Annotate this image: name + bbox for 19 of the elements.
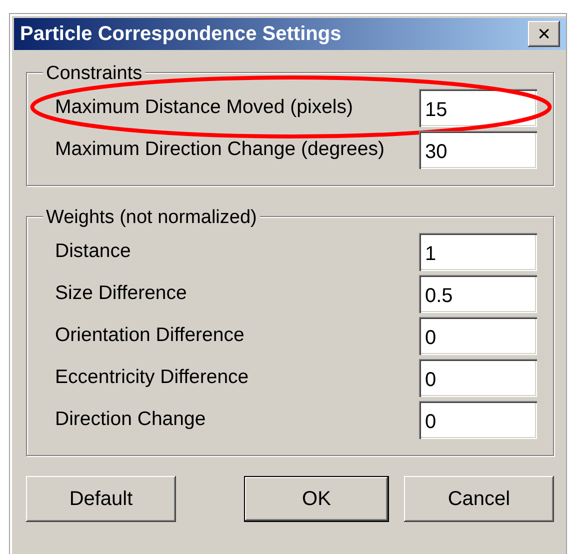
field-label: Eccentricity Difference [55, 365, 249, 390]
input-field[interactable]: 30 [419, 131, 537, 169]
field-label: Size Difference [55, 281, 187, 306]
close-button[interactable]: × [528, 21, 560, 47]
field-label: Maximum Distance Moved (pixels) [55, 95, 353, 120]
dialog-button[interactable]: Cancel [404, 476, 554, 522]
field-label: Direction Change [55, 407, 206, 432]
dialog-button[interactable]: Default [26, 476, 176, 522]
window-title: Particle Correspondence Settings [20, 22, 342, 47]
field-label: Orientation Difference [55, 323, 244, 348]
field-label: Distance [55, 239, 131, 264]
input-field[interactable]: 0 [419, 401, 537, 439]
dialog-button[interactable]: OK [244, 476, 389, 522]
input-field[interactable]: 0 [419, 359, 537, 397]
input-field[interactable]: 15 [419, 89, 537, 127]
input-field[interactable]: 0 [419, 317, 537, 355]
field-label: Maximum Direction Change (degrees) [55, 137, 384, 162]
input-field[interactable]: 1 [419, 233, 537, 271]
input-field[interactable]: 0.5 [419, 275, 537, 313]
